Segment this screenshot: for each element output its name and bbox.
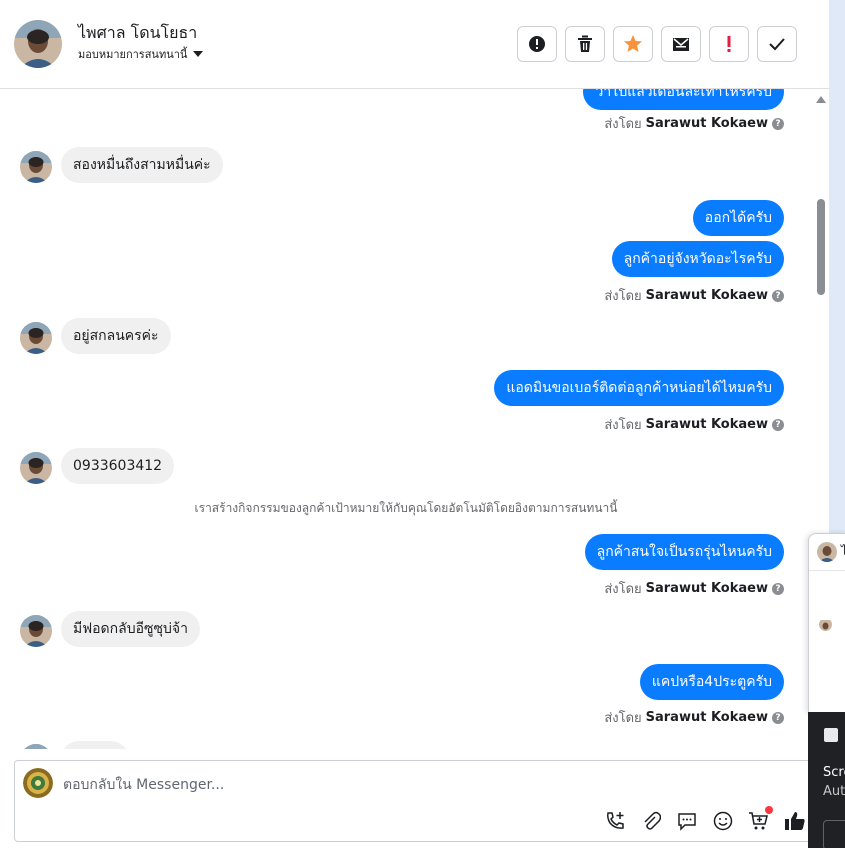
trash-icon bbox=[578, 35, 592, 52]
notification-dot bbox=[765, 806, 773, 814]
sent-by-agent: Sarawut Kokaew bbox=[645, 581, 768, 596]
sent-by-agent: Sarawut Kokaew bbox=[645, 288, 768, 303]
outgoing-message[interactable]: ลูกค้าอยู่จังหวัดอะไรครับ bbox=[611, 241, 784, 277]
phone-plus-icon bbox=[606, 811, 624, 829]
sent-by-label: ส่งโดย Sarawut Kokaew ? bbox=[604, 707, 784, 728]
sent-by-prefix: ส่งโดย bbox=[604, 711, 642, 726]
chat-bubble-icon bbox=[677, 812, 696, 831]
paperclip-icon bbox=[643, 811, 661, 830]
contact-avatar[interactable] bbox=[14, 20, 62, 68]
toast-line-2: Aut bbox=[823, 784, 845, 799]
call-add-button[interactable] bbox=[603, 809, 626, 832]
shop-button[interactable] bbox=[747, 806, 773, 832]
sent-by-agent: Sarawut Kokaew bbox=[645, 710, 768, 725]
incoming-message[interactable] bbox=[61, 741, 129, 749]
sent-by-prefix: ส่งโดย bbox=[604, 582, 642, 597]
sent-by-prefix: ส่งโดย bbox=[604, 117, 642, 132]
page-logo-avatar bbox=[23, 768, 53, 798]
contact-avatar-small[interactable] bbox=[20, 452, 52, 484]
mark-important-button[interactable] bbox=[709, 26, 749, 62]
message-thread[interactable]: ว่าไปแล้วเดือนละเท่าไหร่ครับ ส่งโดย Sara… bbox=[0, 89, 812, 749]
sent-by-agent: Sarawut Kokaew bbox=[645, 116, 768, 131]
chevron-down-icon bbox=[193, 51, 204, 57]
sent-by-label: ส่งโดย Sarawut Kokaew ? bbox=[604, 414, 784, 435]
help-icon[interactable]: ? bbox=[772, 418, 784, 431]
assign-conversation-dropdown[interactable]: มอบหมายการสนทนานี้ bbox=[78, 45, 204, 63]
help-icon[interactable]: ? bbox=[772, 582, 784, 595]
assign-label: มอบหมายการสนทนานี้ bbox=[78, 48, 188, 61]
outgoing-message[interactable]: ลูกค้าสนใจเป็นรถรุ่นไหนครับ bbox=[584, 534, 784, 570]
outgoing-message[interactable]: ว่าไปแล้วเดือนละเท่าไหร่ครับ bbox=[583, 89, 784, 110]
star-icon bbox=[624, 35, 642, 52]
reply-composer bbox=[14, 760, 829, 842]
contact-name[interactable]: ไพศาล โดนโยธา bbox=[78, 21, 197, 46]
emoji-button[interactable] bbox=[711, 809, 734, 832]
conversation-header: ไพศาล โดนโยธา มอบหมายการสนทนานี้ bbox=[0, 0, 829, 89]
app-icon bbox=[824, 728, 838, 742]
help-icon[interactable]: ? bbox=[772, 117, 784, 130]
sent-by-prefix: ส่งโดย bbox=[604, 289, 642, 304]
sent-by-label: ส่งโดย Sarawut Kokaew ? bbox=[604, 113, 784, 134]
toast-button[interactable] bbox=[823, 820, 845, 848]
mark-done-button[interactable] bbox=[757, 26, 797, 62]
outgoing-message[interactable]: แคปหรือ4ประตูครับ bbox=[639, 664, 784, 700]
background-window-edge bbox=[829, 0, 845, 540]
attach-button[interactable] bbox=[639, 809, 662, 832]
popup-title: ไ bbox=[841, 542, 845, 561]
toast-line-1: Scre bbox=[823, 765, 845, 780]
delete-button[interactable] bbox=[565, 26, 605, 62]
checkmark-icon bbox=[769, 38, 785, 51]
exclamation-circle-icon bbox=[529, 36, 545, 52]
mark-spam-button[interactable] bbox=[517, 26, 557, 62]
help-icon[interactable]: ? bbox=[772, 711, 784, 724]
incoming-message[interactable]: อยู่สกลนครค่ะ bbox=[61, 318, 171, 354]
outgoing-message[interactable]: ออกได้ครับ bbox=[692, 200, 784, 236]
outgoing-message[interactable]: แอดมินขอเบอร์ติดต่อลูกค้าหน่อยได้ไหมครับ bbox=[494, 370, 784, 406]
incoming-message[interactable]: สองหมื่นถึงสามหมื่นค่ะ bbox=[61, 147, 223, 183]
composer-tools bbox=[603, 806, 806, 832]
scroll-up-arrow-icon[interactable] bbox=[816, 96, 826, 103]
sent-by-label: ส่งโดย Sarawut Kokaew ? bbox=[604, 578, 784, 599]
incoming-message[interactable]: 0933603412 bbox=[61, 448, 175, 484]
contact-avatar-small[interactable] bbox=[20, 744, 52, 749]
saved-reply-button[interactable] bbox=[675, 809, 698, 832]
like-button[interactable] bbox=[783, 809, 806, 832]
popup-divider bbox=[809, 570, 845, 571]
reply-input[interactable] bbox=[63, 775, 663, 795]
sent-by-prefix: ส่งโดย bbox=[604, 418, 642, 433]
notification-toast[interactable]: Scre Aut bbox=[808, 712, 845, 848]
header-actions bbox=[517, 26, 797, 62]
incoming-message[interactable]: มีฟอดกลับอีซูซุบ่จ้า bbox=[61, 611, 200, 647]
sent-by-label: ส่งโดย Sarawut Kokaew ? bbox=[604, 285, 784, 306]
popup-avatar bbox=[817, 542, 837, 562]
chat-head-popup[interactable]: ไ bbox=[808, 533, 845, 713]
star-button[interactable] bbox=[613, 26, 653, 62]
mark-unread-button[interactable] bbox=[661, 26, 701, 62]
sent-by-agent: Sarawut Kokaew bbox=[645, 417, 768, 432]
smiley-icon bbox=[713, 811, 732, 830]
envelope-icon bbox=[673, 38, 689, 51]
contact-avatar-small[interactable] bbox=[20, 151, 52, 183]
contact-avatar-small[interactable] bbox=[20, 322, 52, 354]
scrollbar-thumb[interactable] bbox=[817, 199, 825, 295]
system-note: เราสร้างกิจกรรมของลูกค้าเป้าหมายให้กับคุ… bbox=[194, 501, 618, 515]
contact-avatar-small[interactable] bbox=[20, 615, 52, 647]
thumbs-up-icon bbox=[784, 811, 805, 830]
popup-avatar-small bbox=[819, 618, 832, 631]
help-icon[interactable]: ? bbox=[772, 289, 784, 302]
exclamation-icon bbox=[727, 36, 731, 52]
